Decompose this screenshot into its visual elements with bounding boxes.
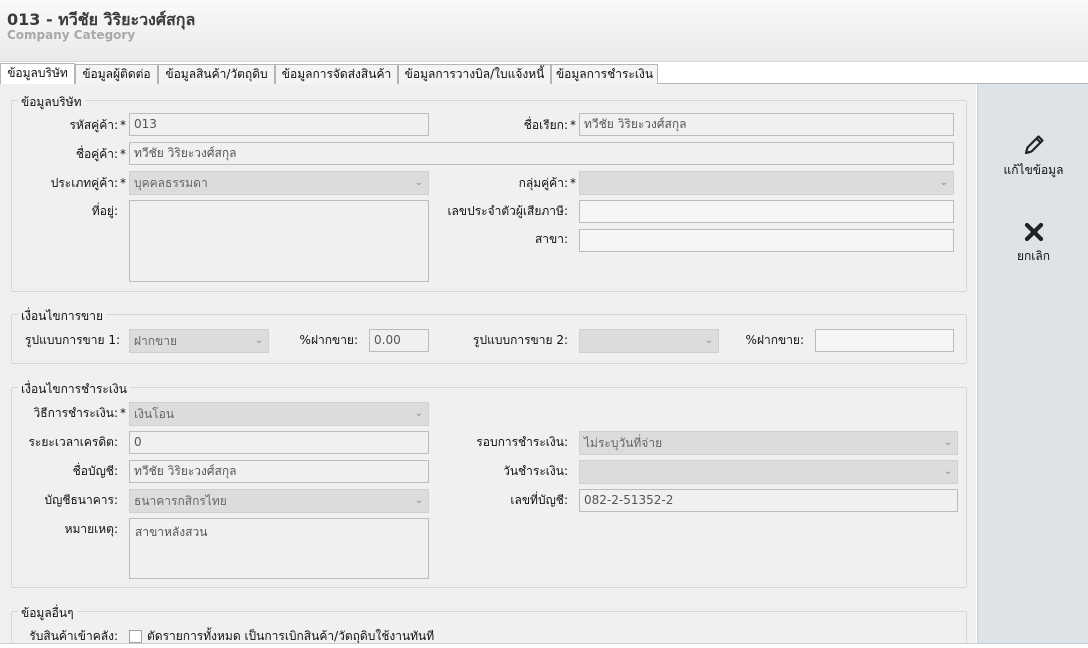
partner-name-label: ชื่อคู่ค้า: [75, 147, 118, 161]
company-info-legend: ข้อมูลบริษัท [18, 93, 85, 112]
consign-pct-1-field[interactable]: 0.00 [369, 329, 429, 352]
sale-mode-2-label: รูปแบบการขาย 2: [473, 333, 568, 347]
address-field[interactable] [129, 200, 429, 282]
payment-conditions-legend: เงื่อนไขการชำระเงิน [18, 380, 130, 399]
sales-conditions-legend: เงื่อนไขการขาย [18, 307, 107, 326]
partner-type-value: บุคคลธรรมดา [134, 176, 208, 190]
required-mark: * [120, 176, 126, 190]
tab-products[interactable]: ข้อมูลสินค้า/วัตถุดิบ [158, 64, 275, 84]
receive-stock-label: รับสินค้าเข้าคลัง: [29, 629, 118, 643]
sale-mode-1-select[interactable]: ฝากขาย ⌄ [129, 329, 269, 353]
branch-label: สาขา: [534, 232, 568, 246]
form-content: ข้อมูลบริษัท รหัสคู่ค้า: * 013 ชื่อเรียก… [0, 84, 976, 644]
bank-account-select[interactable]: ธนาคารกสิกรไทย ⌄ [129, 489, 429, 513]
chevron-down-icon: ⌄ [943, 437, 952, 448]
address-label: ที่อยู่: [91, 204, 118, 218]
branch-field[interactable] [579, 229, 954, 252]
alias-field[interactable]: ทวีชัย วิริยะวงศ์สกุล [579, 113, 954, 136]
action-sidebar: แก้ไขข้อมูล ยกเลิก [977, 84, 1088, 644]
note-field[interactable]: สาขาหลังสวน [129, 518, 429, 579]
required-mark: * [120, 406, 126, 420]
note-label: หมายเหตุ: [64, 522, 118, 536]
bank-account-label: บัญชีธนาคาร: [44, 493, 118, 507]
account-name-field[interactable]: ทวีชัย วิริยะวงศ์สกุล [129, 460, 429, 483]
receive-stock-checkbox[interactable] [129, 630, 142, 643]
required-mark: * [570, 176, 576, 190]
sale-mode-1-label: รูปแบบการขาย 1: [25, 333, 120, 347]
sale-mode-2-select[interactable]: ⌄ [579, 329, 719, 353]
consign-pct-1-label: %ฝากขาย: [299, 333, 358, 347]
payment-day-select[interactable]: ⌄ [579, 460, 958, 484]
credit-term-label: ระยะเวลาเครดิต: [28, 435, 118, 449]
receive-stock-option-text: ตัดรายการทั้งหมด เป็นการเบิกสินค้า/วัตถุ… [147, 629, 435, 643]
chevron-down-icon: ⌄ [943, 466, 952, 477]
sale-mode-1-value: ฝากขาย [134, 334, 178, 348]
consign-pct-2-label: %ฝากขาย: [745, 333, 804, 347]
payment-method-label: วิธีการชำระเงิน: [33, 406, 119, 420]
payment-cycle-select[interactable]: ไม่ระบุวันที่จ่าย ⌄ [579, 431, 958, 455]
tax-id-field[interactable] [579, 200, 954, 223]
other-info-legend: ข้อมูลอื่นๆ [18, 604, 77, 623]
tab-company-info[interactable]: ข้อมูลบริษัท [0, 63, 75, 84]
edit-button[interactable]: แก้ไขข้อมูล [978, 132, 1088, 180]
account-number-label: เลขที่บัญชี: [510, 493, 568, 507]
payment-method-value: เงินโอน [134, 407, 175, 421]
partner-type-select[interactable]: บุคคลธรรมดา ⌄ [129, 171, 429, 195]
chevron-down-icon: ⌄ [254, 335, 263, 346]
account-number-field[interactable]: 082-2-51352-2 [579, 489, 958, 512]
required-mark: * [120, 118, 126, 132]
partner-group-select[interactable]: ⌄ [579, 171, 954, 195]
tab-shipping[interactable]: ข้อมูลการจัดส่งสินค้า [275, 64, 398, 84]
tab-billing[interactable]: ข้อมูลการวางบิล/ใบแจ้งหนี้ [398, 64, 551, 84]
credit-term-field[interactable]: 0 [129, 431, 429, 454]
required-mark: * [570, 118, 576, 132]
partner-group-label: กลุ่มคู่ค้า: [518, 176, 568, 190]
partner-code-field[interactable]: 013 [129, 113, 429, 136]
chevron-down-icon: ⌄ [414, 177, 423, 188]
chevron-down-icon: ⌄ [704, 335, 713, 346]
consign-pct-2-field[interactable] [815, 329, 954, 352]
payment-cycle-label: รอบการชำระเงิน: [476, 435, 568, 449]
tab-contacts[interactable]: ข้อมูลผู้ติดต่อ [75, 64, 158, 84]
payment-cycle-value: ไม่ระบุวันที่จ่าย [584, 436, 663, 450]
cancel-button[interactable]: ยกเลิก [978, 220, 1088, 266]
partner-type-label: ประเภทคู่ค้า: [50, 176, 118, 190]
tax-id-label: เลขประจำตัวผู้เสียภาษี: [447, 204, 568, 218]
required-mark: * [120, 147, 126, 161]
bank-account-value: ธนาคารกสิกรไทย [134, 494, 227, 508]
payment-day-label: วันชำระเงิน: [503, 464, 568, 478]
chevron-down-icon: ⌄ [939, 177, 948, 188]
alias-label: ชื่อเรียก: [523, 118, 568, 132]
cancel-button-label: ยกเลิก [1016, 249, 1051, 263]
page-header: 013 - ทวีชัย วิริยะวงศ์สกุล Company Cate… [0, 0, 1088, 62]
tab-bar: ข้อมูลบริษัท ข้อมูลผู้ติดต่อ ข้อมูลสินค้… [0, 62, 1088, 84]
tab-payment[interactable]: ข้อมูลการชำระเงิน [551, 64, 658, 84]
pencil-icon [1024, 135, 1044, 155]
page-subtitle: Company Category [7, 28, 136, 42]
partner-code-label: รหัสคู่ค้า: [69, 118, 118, 132]
account-name-label: ชื่อบัญชี: [72, 464, 118, 478]
chevron-down-icon: ⌄ [414, 408, 423, 419]
chevron-down-icon: ⌄ [414, 495, 423, 506]
bottom-border [0, 643, 1088, 648]
edit-button-label: แก้ไขข้อมูล [1003, 163, 1064, 177]
close-icon [1024, 222, 1043, 242]
partner-name-field[interactable]: ทวีชัย วิริยะวงศ์สกุล [129, 142, 954, 165]
payment-method-select[interactable]: เงินโอน ⌄ [129, 402, 429, 426]
